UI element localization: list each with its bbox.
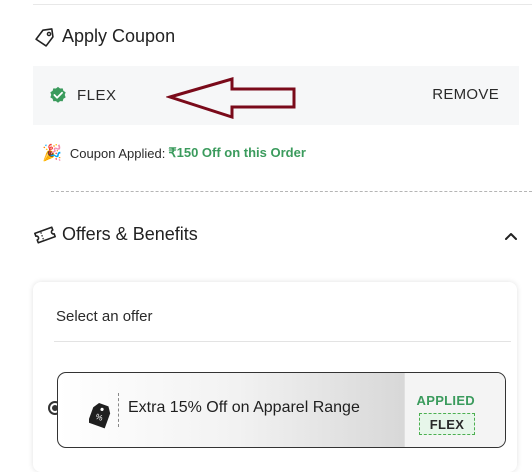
offer-code-badge: FLEX: [419, 413, 475, 435]
apply-coupon-heading: Apply Coupon: [34, 26, 175, 47]
applied-coupon-code: FLEX: [49, 86, 117, 104]
offers-title: Offers & Benefits: [62, 224, 198, 244]
tag-icon: [35, 27, 54, 47]
coupon-applied-message: 🎉 Coupon Applied: ₹150 Off on this Order: [42, 143, 306, 163]
section-divider: [51, 191, 532, 192]
offer-description: Extra 15% Off on Apparel Range: [128, 399, 360, 416]
offers-heading[interactable]: Offers & Benefits: [34, 224, 198, 245]
offer-item[interactable]: % Extra 15% Off on Apparel Range APPLIED…: [57, 372, 506, 448]
select-offer-label: Select an offer: [56, 308, 153, 325]
apply-coupon-title: Apply Coupon: [62, 26, 176, 46]
remove-coupon-button[interactable]: REMOVE: [432, 86, 499, 103]
chevron-up-icon[interactable]: [503, 228, 519, 244]
annotation-arrow-icon: [166, 77, 296, 119]
party-popper-icon: 🎉: [42, 145, 62, 162]
price-tag-icon: %: [89, 402, 111, 429]
check-badge-icon: [50, 86, 66, 103]
ticket-divider: [118, 393, 119, 427]
coupon-applied-amount: ₹150 Off on this Order: [168, 145, 306, 160]
ticket-icon: [34, 225, 56, 244]
offer-status-area: [404, 373, 505, 447]
select-offer-divider: [54, 341, 511, 342]
top-divider: [33, 4, 532, 5]
coupon-applied-prefix: Coupon Applied:: [69, 145, 166, 161]
offers-card: Select an offer % Extra 15% Off on Appar…: [33, 282, 517, 472]
coupon-code-text: FLEX: [77, 86, 117, 104]
offer-applied-status: APPLIED: [416, 393, 475, 408]
